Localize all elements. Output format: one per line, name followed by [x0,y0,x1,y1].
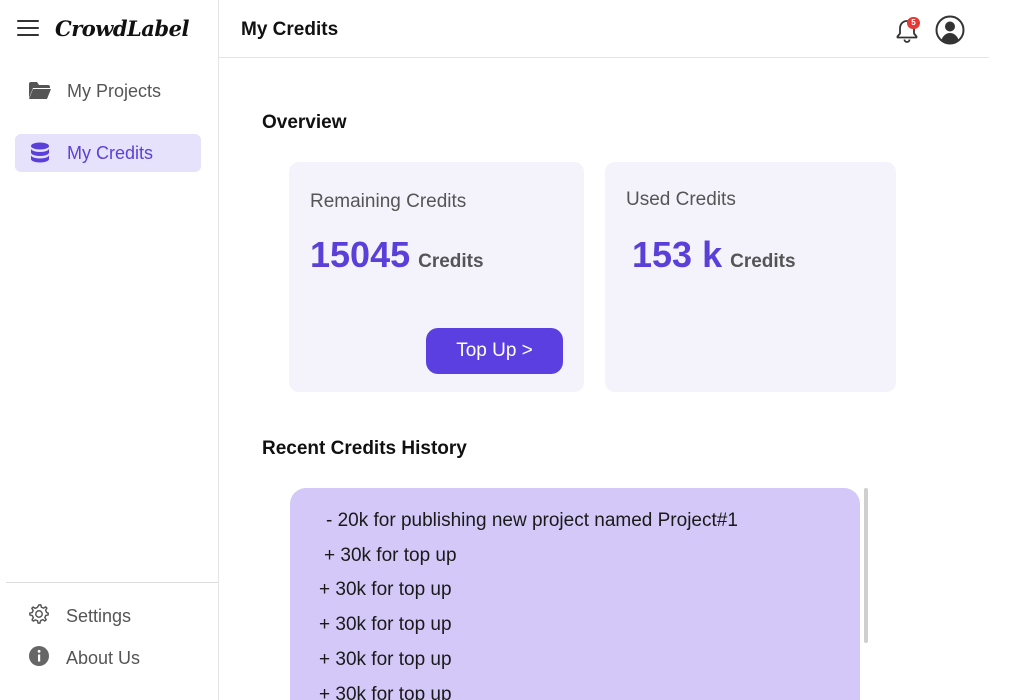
remaining-credits-value: 15045 [310,234,411,275]
sidebar-item-label: Settings [66,605,132,626]
sidebar-item-label: About Us [66,647,141,668]
sidebar-item-about-us[interactable]: About Us [28,645,140,671]
used-credits-value-row: 153 k Credits [632,234,796,276]
list-item: - 20k for publishing new project named P… [326,510,738,531]
sidebar-item-settings[interactable]: Settings [28,603,131,629]
list-item: + 30k for top up [319,684,452,700]
list-item: + 30k for top up [319,579,452,600]
app-logo: CrowdLabel [55,16,189,41]
used-credits-unit: Credits [730,251,796,272]
list-item: + 30k for top up [324,545,457,566]
user-avatar-icon[interactable] [935,15,965,45]
sidebar-item-label: My Credits [67,142,154,163]
database-icon [27,142,53,164]
list-item: + 30k for top up [319,649,452,670]
credits-history-list: - 20k for publishing new project named P… [290,488,860,700]
remaining-credits-unit: Credits [418,251,484,272]
remaining-credits-label: Remaining Credits [310,191,467,212]
sidebar-divider [6,582,218,583]
info-icon [28,645,50,672]
used-credits-card: Used Credits 153 k Credits [605,162,896,392]
used-credits-label: Used Credits [626,189,736,210]
overview-title: Overview [262,112,347,133]
notification-bell-icon[interactable]: 5 [893,17,921,45]
sidebar: CrowdLabel My Projects My Credits Settin… [0,0,219,700]
gear-icon [28,603,50,630]
notification-count-badge: 5 [907,17,920,29]
sidebar-item-my-projects[interactable]: My Projects [15,72,201,110]
remaining-credits-value-row: 15045 Credits [310,234,484,276]
hamburger-menu-icon[interactable] [17,20,39,38]
page-title: My Credits [241,19,339,40]
folder-icon [27,80,53,102]
sidebar-item-label: My Projects [67,80,162,101]
brand-row: CrowdLabel [0,0,219,58]
history-title: Recent Credits History [262,438,467,459]
list-item: + 30k for top up [319,614,452,635]
top-up-button[interactable]: Top Up > [426,328,563,374]
used-credits-value: 153 k [632,234,723,275]
remaining-credits-card: Remaining Credits 15045 Credits Top Up > [289,162,584,392]
top-header: My Credits 5 [219,0,989,58]
sidebar-item-my-credits[interactable]: My Credits [15,134,201,172]
history-scrollbar[interactable] [864,488,868,643]
